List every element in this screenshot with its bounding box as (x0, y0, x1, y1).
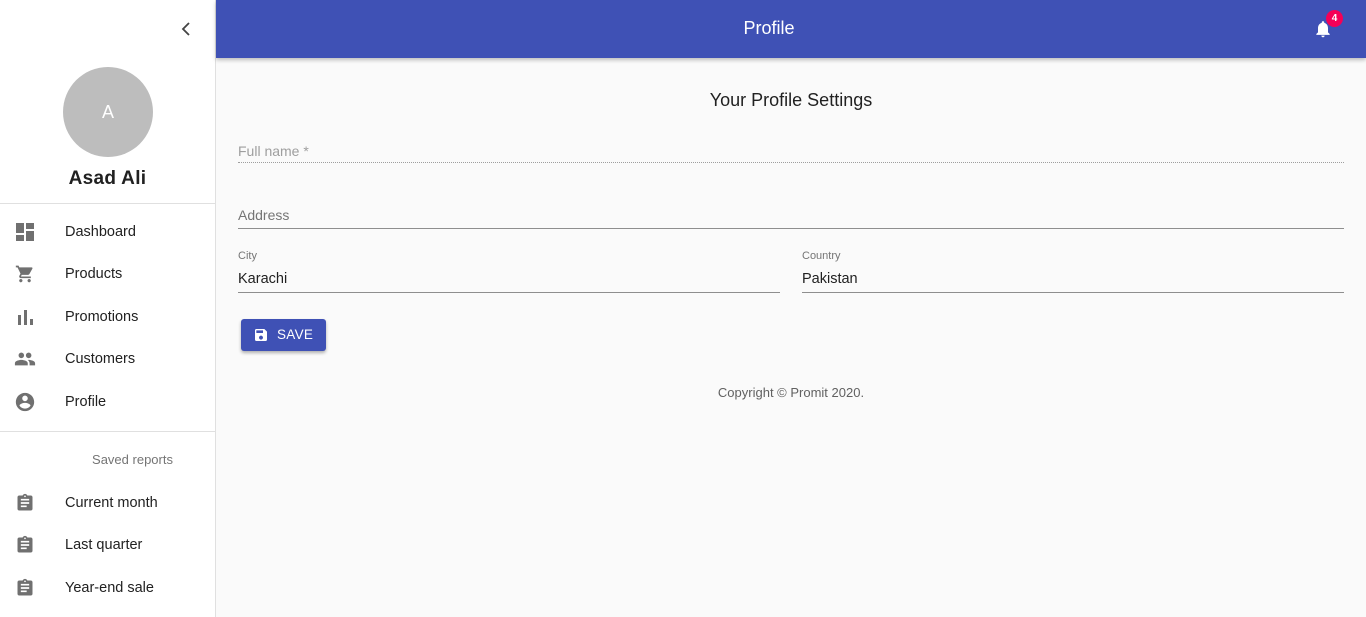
assignment-icon (14, 577, 36, 599)
country-field[interactable]: Country Pakistan (802, 250, 1344, 293)
page-title: Profile (743, 18, 795, 38)
report-item-year-end-sale[interactable]: Year-end sale (0, 567, 215, 609)
nav-label-customers: Customers (65, 351, 136, 367)
cart-icon (14, 263, 36, 285)
account-circle-icon (14, 391, 36, 413)
country-value: Pakistan (802, 271, 858, 287)
sidebar: A Asad Ali Dashboard Products Promotions… (0, 0, 216, 617)
save-button-label: SAVE (277, 327, 314, 342)
saved-reports-header: Saved reports (92, 452, 173, 467)
nav-item-dashboard[interactable]: Dashboard (0, 211, 215, 253)
nav-item-products[interactable]: Products (0, 253, 215, 295)
save-button[interactable]: SAVE (241, 319, 326, 351)
address-field[interactable]: Address (238, 205, 1344, 229)
bar-chart-icon (14, 306, 36, 328)
report-label-year-end-sale: Year-end sale (65, 580, 154, 596)
address-placeholder: Address (238, 207, 290, 223)
chevron-left-icon (181, 22, 190, 36)
assignment-icon (14, 534, 36, 556)
assignment-icon (14, 492, 36, 514)
divider (0, 431, 215, 432)
country-label: Country (802, 250, 841, 262)
nav-item-profile[interactable]: Profile (0, 381, 215, 423)
nav-label-profile: Profile (65, 394, 107, 410)
report-label-current-month: Current month (65, 495, 158, 511)
save-icon (255, 329, 267, 341)
user-name: Asad Ali (68, 168, 147, 189)
divider (0, 203, 215, 204)
city-label: City (238, 250, 257, 262)
copyright-text: Copyright © Promit 2020. (717, 385, 865, 400)
full-name-underline (238, 162, 1344, 163)
report-item-current-month[interactable]: Current month (0, 482, 215, 524)
city-value: Karachi (238, 271, 288, 287)
avatar-initial: A (101, 101, 114, 122)
nav-item-promotions[interactable]: Promotions (0, 296, 215, 338)
notification-badge: 4 (1326, 10, 1343, 27)
avatar[interactable]: A (63, 67, 153, 157)
city-underline (238, 292, 780, 293)
app-bar: Profile 4 (216, 0, 1366, 58)
report-item-last-quarter[interactable]: Last quarter (0, 524, 215, 566)
address-underline (238, 228, 1344, 229)
full-name-field[interactable]: Full name * (238, 140, 1344, 164)
profile-settings-heading: Your Profile Settings (709, 90, 873, 110)
country-underline (802, 292, 1344, 293)
nav-item-customers[interactable]: Customers (0, 338, 215, 380)
city-field[interactable]: City Karachi (238, 250, 780, 293)
nav-label-products: Products (65, 266, 123, 282)
nav-label-dashboard: Dashboard (65, 224, 136, 240)
dashboard-icon (14, 221, 36, 243)
report-label-last-quarter: Last quarter (65, 537, 143, 553)
collapse-sidebar-button[interactable] (174, 17, 198, 41)
nav-label-promotions: Promotions (65, 309, 139, 325)
people-icon (14, 348, 36, 370)
full-name-placeholder: Full name * (238, 143, 309, 159)
